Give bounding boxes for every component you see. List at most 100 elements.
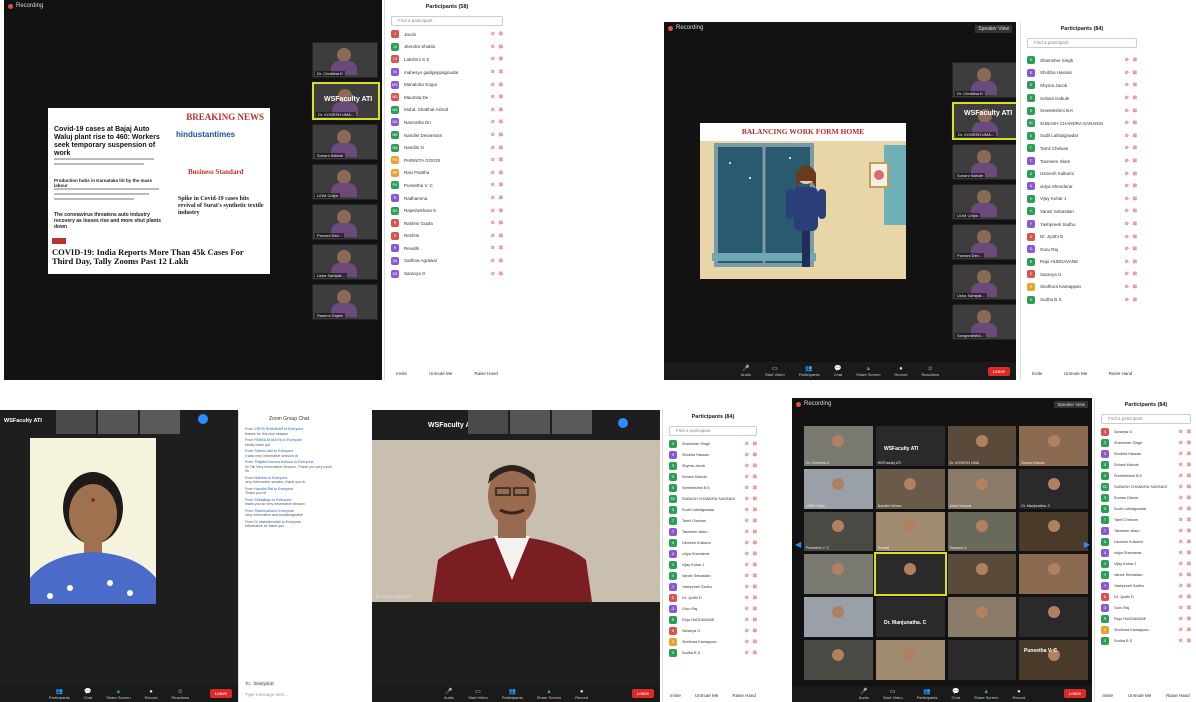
muted-mic-icon[interactable]: ⊘	[1179, 539, 1183, 545]
participant-row[interactable]: S Saranya G ⊘ ⊠	[663, 625, 763, 636]
gallery-tile[interactable]	[804, 640, 873, 680]
chat-button[interactable]: 💬 Chat	[834, 365, 842, 377]
muted-mic-icon[interactable]: ⊘	[1179, 484, 1183, 490]
muted-mic-icon[interactable]: ⊘	[491, 56, 495, 62]
video-off-icon[interactable]: ⊠	[1187, 572, 1191, 578]
participant-row[interactable]: V Vaneir Sebastian ⊘ ⊠	[663, 570, 763, 581]
video-off-icon[interactable]: ⊠	[753, 650, 757, 656]
video-off-icon[interactable]: ⊠	[1133, 70, 1137, 76]
muted-mic-icon[interactable]: ⊘	[745, 496, 749, 502]
video-off-icon[interactable]: ⊠	[1133, 57, 1137, 63]
muted-mic-icon[interactable]: ⊘	[745, 507, 749, 513]
video-off-icon[interactable]: ⊠	[499, 245, 503, 251]
video-off-icon[interactable]: ⊠	[753, 617, 757, 623]
participant-row[interactable]: U Usmesh Kulkarni ⊘ ⊠	[1021, 167, 1143, 180]
video-off-icon[interactable]: ⊠	[1187, 506, 1191, 512]
raise-hand-button[interactable]: Raise Hand	[1109, 371, 1133, 376]
participant-row[interactable]: T Tamil Chelvan ⊘ ⊠	[1095, 514, 1196, 525]
reactions-button[interactable]: ☺ Reactions	[171, 689, 189, 700]
participant-row[interactable]: R Raju HUDDAVANE ⊘ ⊠	[1095, 613, 1196, 624]
muted-mic-icon[interactable]: ⊘	[745, 617, 749, 623]
video-off-icon[interactable]: ⊠	[753, 463, 757, 469]
video-off-icon[interactable]: ⊠	[499, 56, 503, 62]
chat-input[interactable]: Type message here...	[245, 692, 288, 697]
muted-mic-icon[interactable]: ⊘	[1125, 196, 1129, 202]
gallery-tile[interactable]	[804, 554, 873, 595]
video-off-icon[interactable]: ⊠	[1187, 495, 1191, 501]
leave-button[interactable]: Leave	[1063, 689, 1086, 698]
video-off-icon[interactable]: ⊠	[1133, 246, 1137, 252]
share-screen-button[interactable]: ▲ Share Screen	[856, 366, 880, 377]
participant-row[interactable]: G Guru Raj ⊘ ⊠	[1095, 602, 1196, 613]
participant-row[interactable]: D Dr. Jyothi D ⊘ ⊠	[663, 592, 763, 603]
participants-button[interactable]: 👥 Participants	[49, 688, 70, 700]
video-off-icon[interactable]: ⊠	[499, 94, 503, 100]
video-off-icon[interactable]: ⊠	[1187, 550, 1191, 556]
participants-button[interactable]: 👥 Participants	[917, 688, 938, 700]
unmute-button[interactable]: Unmute Me	[1128, 693, 1151, 698]
unmute-button[interactable]: Unmute Me	[429, 371, 452, 376]
video-off-icon[interactable]: ⊠	[1187, 473, 1191, 479]
gallery-tile[interactable]: Dr. Manjunatha. C	[1019, 468, 1088, 509]
participant-row[interactable]: U Usmesh Kulkarni ⊘ ⊠	[663, 537, 763, 548]
participant-row[interactable]: Y Yashpreeti Sadhu ⊘ ⊠	[663, 581, 763, 592]
participant-row[interactable]: S Shobha Hassan ⊘ ⊠	[1095, 448, 1196, 459]
muted-mic-icon[interactable]: ⊘	[1179, 583, 1183, 589]
participant-row[interactable]: J Jacob ⊘ ⊠	[385, 28, 509, 41]
share-screen-button[interactable]: ▲ Share Screen	[974, 689, 998, 700]
participant-row[interactable]: S Saranya G ⊘ ⊠	[1021, 268, 1143, 281]
leave-button[interactable]: Leave	[631, 689, 654, 698]
gallery-tile[interactable]: Sohani Kabule	[1019, 426, 1088, 466]
participant-row[interactable]: R Reshmi ⊘ ⊠	[385, 230, 509, 243]
participant-row[interactable]: S Shamsher Singh ⊘ ⊠	[1021, 54, 1143, 67]
muted-mic-icon[interactable]: ⊘	[1179, 627, 1183, 633]
gallery-tile[interactable]	[804, 597, 873, 638]
participant-row[interactable]: SG Saranya G ⊘ ⊠	[385, 267, 509, 280]
video-off-icon[interactable]: ⊠	[1133, 284, 1137, 290]
muted-mic-icon[interactable]: ⊘	[1125, 145, 1129, 151]
participant-row[interactable]: S Sudha B S ⊘ ⊠	[1095, 635, 1196, 646]
muted-mic-icon[interactable]: ⊘	[1125, 297, 1129, 303]
video-off-icon[interactable]: ⊠	[1133, 234, 1137, 240]
video-off-icon[interactable]: ⊠	[499, 195, 503, 201]
video-off-icon[interactable]: ⊠	[1133, 171, 1137, 177]
video-off-icon[interactable]: ⊠	[1133, 95, 1137, 101]
video-off-icon[interactable]: ⊠	[753, 485, 757, 491]
participant-row[interactable]: V Vijay Kohar J ⊘ ⊠	[663, 559, 763, 570]
participant-row[interactable]: PG PARINITA GOGOI ⊘ ⊠	[385, 154, 509, 167]
muted-mic-icon[interactable]: ⊘	[491, 258, 495, 264]
video-off-icon[interactable]: ⊠	[753, 529, 757, 535]
find-participant-input[interactable]: Find a participant	[669, 426, 757, 436]
muted-mic-icon[interactable]: ⊘	[1125, 271, 1129, 277]
participant-row[interactable]: S Sindhura Kamappan ⊘ ⊠	[1021, 281, 1143, 294]
muted-mic-icon[interactable]: ⊘	[491, 145, 495, 151]
participant-row[interactable]: V Vijay Kohar J ⊘ ⊠	[1021, 193, 1143, 206]
muted-mic-icon[interactable]: ⊘	[745, 452, 749, 458]
participant-row[interactable]: Uvidya Shenderar ⊘ ⊠	[1021, 180, 1143, 193]
video-off-icon[interactable]: ⊠	[499, 157, 503, 163]
video-off-icon[interactable]: ⊠	[753, 507, 757, 513]
muted-mic-icon[interactable]: ⊘	[491, 107, 495, 113]
video-off-icon[interactable]: ⊠	[499, 107, 503, 113]
muted-mic-icon[interactable]: ⊘	[491, 157, 495, 163]
participant-row[interactable]: PV Puneetha V. C ⊘ ⊠	[385, 179, 509, 192]
info-icon[interactable]	[618, 418, 628, 428]
muted-mic-icon[interactable]: ⊘	[1125, 208, 1129, 214]
muted-mic-icon[interactable]: ⊘	[491, 44, 495, 50]
muted-mic-icon[interactable]: ⊘	[1179, 506, 1183, 512]
participant-row[interactable]: S Sudha B S ⊘ ⊠	[663, 647, 763, 658]
record-button[interactable]: ● Record	[1012, 689, 1025, 700]
participant-row[interactable]: S Saranya G ⊘ ⊠	[1095, 426, 1196, 437]
participant-row[interactable]: R Raju HUDDAVANE ⊘ ⊠	[1021, 256, 1143, 269]
video-off-icon[interactable]: ⊠	[1187, 638, 1191, 644]
muted-mic-icon[interactable]: ⊘	[1125, 70, 1129, 76]
record-button[interactable]: ● Record	[145, 689, 158, 700]
speaker-view-button[interactable]: Speaker View	[1054, 401, 1088, 408]
muted-mic-icon[interactable]: ⊘	[1179, 495, 1183, 501]
muted-mic-icon[interactable]: ⊘	[491, 69, 495, 75]
gallery-tile[interactable]	[947, 597, 1017, 638]
muted-mic-icon[interactable]: ⊘	[745, 584, 749, 590]
muted-mic-icon[interactable]: ⊘	[491, 233, 495, 239]
video-off-icon[interactable]: ⊠	[753, 628, 757, 634]
muted-mic-icon[interactable]: ⊘	[491, 94, 495, 100]
